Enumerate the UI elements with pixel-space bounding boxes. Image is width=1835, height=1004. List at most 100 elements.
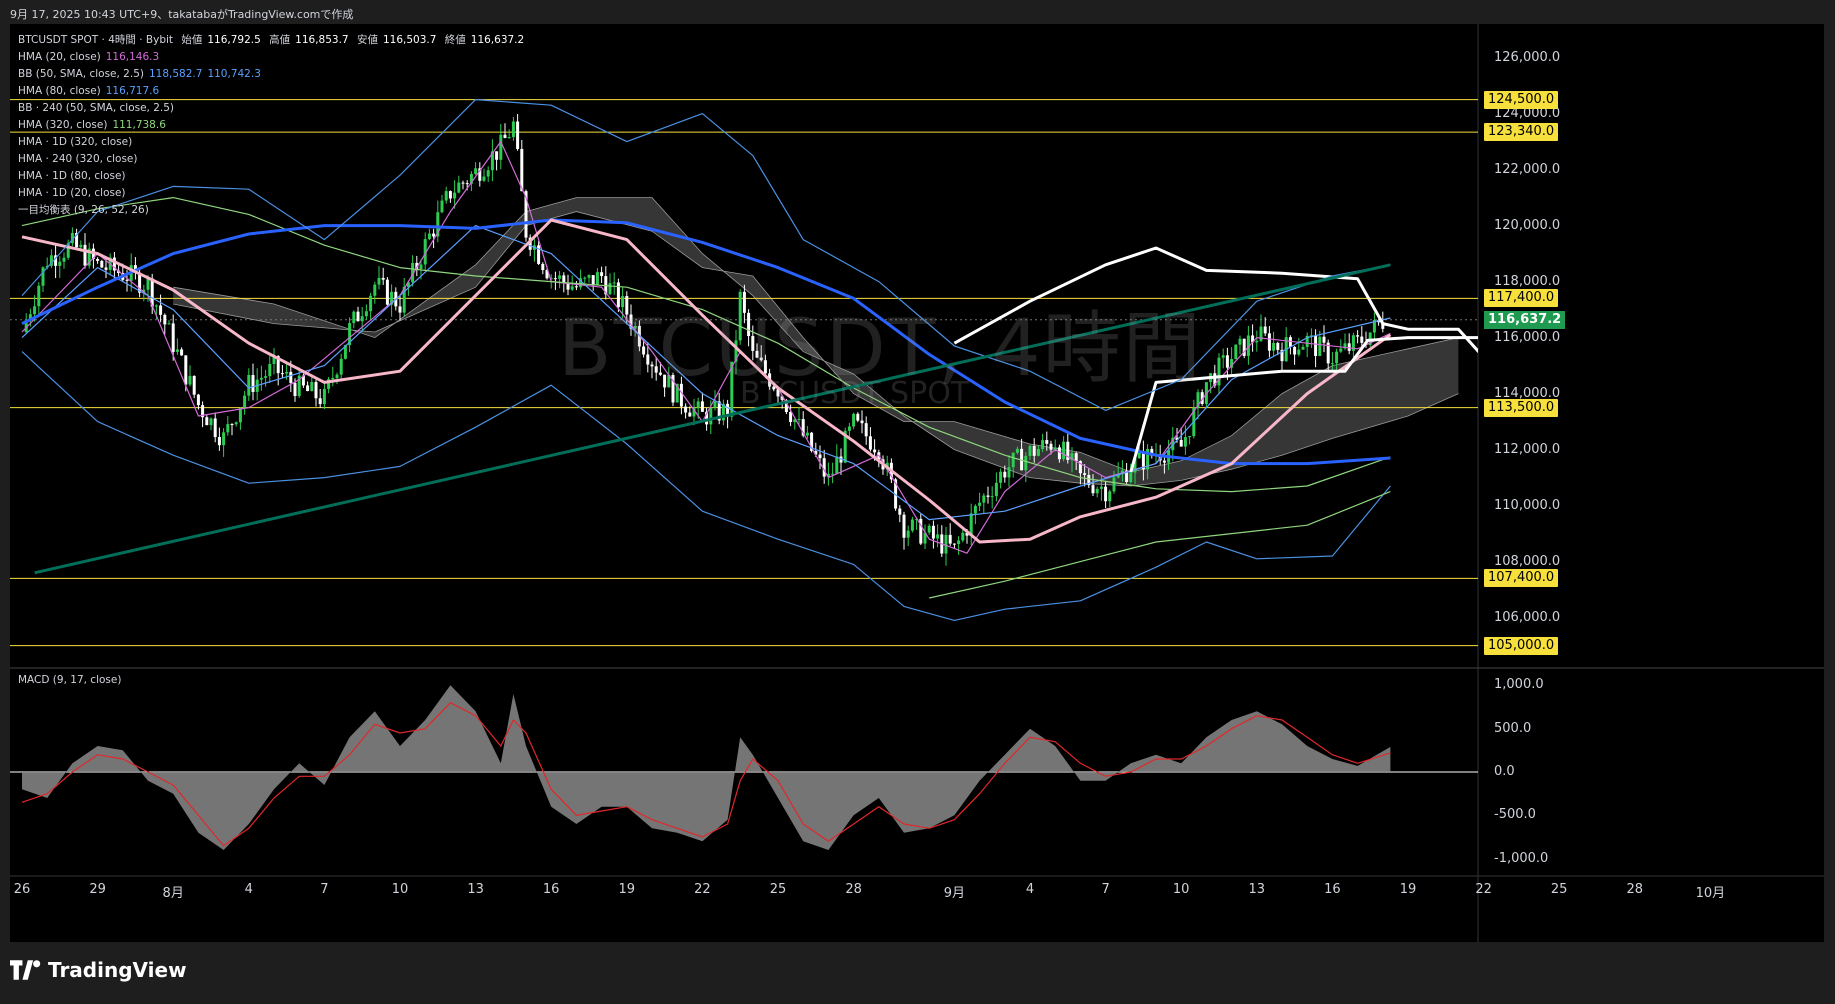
candle-body (1318, 336, 1322, 356)
candle-body (163, 314, 167, 325)
chart-frame[interactable]: BTCUSDT, 4時間 BTCUSDT SPOT BTCUSDT SPOT ·… (10, 24, 1824, 942)
candle-body (1024, 455, 1028, 471)
candle-body (259, 377, 263, 380)
candle-body (360, 316, 364, 322)
candle-body (927, 525, 931, 533)
candle-body (847, 426, 851, 431)
candle-body (364, 311, 368, 317)
indicator-legend-row[interactable]: HMA (320, close) 111,738.6 (18, 117, 529, 134)
candle-body (1041, 440, 1045, 449)
candle-body (1007, 467, 1011, 478)
indicator-legend-row[interactable]: HMA · 240 (320, close) (18, 151, 529, 168)
level-badge: 107,400.0 (1484, 569, 1559, 588)
candle-body (906, 530, 910, 538)
candle-body (318, 398, 322, 405)
macd-axis-tick: -500.0 (1494, 807, 1536, 823)
time-axis-tick: 10 (1172, 882, 1190, 897)
symbol-legend[interactable]: BTCUSDT SPOT · 4時間 · Bybit 始値 116,792.5 高… (18, 32, 529, 49)
time-axis-tick: 13 (467, 882, 484, 897)
candle-body (1188, 436, 1192, 438)
indicator-legend-row[interactable]: BB (50, SMA, close, 2.5) 118,582.7 110,742… (18, 66, 529, 83)
candle-body (285, 371, 289, 374)
indicator-legend-row[interactable]: BB · 240 (50, SMA, close, 2.5) (18, 100, 529, 117)
time-axis-tick: 25 (769, 882, 787, 897)
candle-body (1015, 448, 1019, 453)
candle-body (180, 349, 184, 356)
candle-body (931, 525, 935, 539)
candle-body (1255, 340, 1259, 343)
macd-legend[interactable]: MACD (9, 17, close) (18, 674, 121, 686)
candle-body (377, 277, 381, 285)
macd-histogram (22, 685, 1391, 850)
candle-body (175, 349, 179, 352)
candle-body (1234, 344, 1238, 360)
candle-body (1003, 471, 1007, 478)
tradingview-brand: TradingView (48, 958, 187, 982)
candle-body (688, 412, 692, 417)
candle-body (562, 275, 566, 283)
time-axis-tick: 10 (391, 882, 409, 897)
time-axis-tick: 28 (845, 882, 862, 897)
candle-body (595, 272, 599, 286)
price-axis-tick: 126,000.0 (1494, 49, 1561, 65)
price-axis-tick: 112,000.0 (1494, 441, 1561, 457)
price-axis-tick: 110,000.0 (1494, 497, 1561, 513)
candle-body (558, 275, 562, 279)
candle-body (957, 540, 961, 544)
symbol-name[interactable]: BTCUSDT SPOT · 4時間 · Bybit (18, 34, 173, 46)
indicator-value: 116,146.3 (105, 51, 160, 63)
candle-body (1099, 486, 1103, 489)
candle-body (944, 534, 948, 554)
candle-body (696, 401, 700, 408)
candle-body (1032, 445, 1036, 456)
tradingview-footer[interactable]: TradingView (10, 958, 187, 982)
candle-body (553, 278, 557, 280)
candle-body (314, 382, 318, 399)
candle-body (167, 323, 171, 325)
indicator-name: 一目均衡表 (9, 26, 52, 26) (18, 204, 149, 216)
candle-body (961, 532, 965, 541)
candle-body (805, 432, 809, 436)
candle-body (1263, 326, 1267, 334)
macd-axis-tick: 1,000.0 (1494, 677, 1544, 693)
indicator-legend-row[interactable]: HMA · 1D (20, close) (18, 185, 529, 202)
level-badge: 105,000.0 (1484, 636, 1559, 655)
time-axis-tick: 22 (1475, 882, 1492, 897)
indicator-legend-row[interactable]: HMA (80, close) 116,717.6 (18, 83, 529, 100)
candle-body (1112, 477, 1116, 492)
candle-body (1276, 342, 1280, 350)
candle-body (209, 418, 213, 426)
time-axis-tick: 4 (244, 882, 253, 897)
level-badge: 123,340.0 (1484, 123, 1559, 142)
candle-body (700, 401, 704, 412)
candle-body (268, 363, 272, 377)
macd-pane (10, 685, 1478, 850)
candle-body (234, 422, 238, 425)
candle-body (713, 401, 717, 408)
candle-body (1045, 440, 1049, 444)
candle-body (873, 449, 877, 453)
candle-body (1339, 348, 1343, 352)
indicator-legend-row[interactable]: 一目均衡表 (9, 26, 52, 26) (18, 202, 529, 219)
macd-axis-tick: -1,000.0 (1494, 850, 1549, 866)
time-axis-tick: 28 (1626, 882, 1644, 897)
candle-body (125, 279, 129, 281)
indicator-legend-row[interactable]: HMA · 1D (320, close) (18, 134, 529, 151)
candle-body (902, 514, 906, 538)
indicator-legend-row[interactable]: HMA · 1D (80, close) (18, 168, 529, 185)
candle-body (293, 382, 297, 397)
candle-body (1322, 336, 1326, 343)
candle-body (831, 473, 835, 475)
candle-body (37, 285, 41, 307)
candle-body (591, 275, 595, 286)
candle-body (247, 374, 251, 396)
indicator-legend-row[interactable]: HMA (20, close) 116,146.3 (18, 49, 529, 66)
candle-body (1225, 355, 1229, 368)
symbol-watermark-subtitle: BTCUSDT SPOT (740, 376, 970, 411)
candle-body (213, 418, 217, 438)
candle-body (398, 306, 402, 313)
candle-body (62, 257, 66, 262)
candle-body (994, 482, 998, 497)
price-axis-tick: 122,000.0 (1494, 161, 1561, 177)
indicator-value: 111,738.6 (112, 119, 166, 131)
